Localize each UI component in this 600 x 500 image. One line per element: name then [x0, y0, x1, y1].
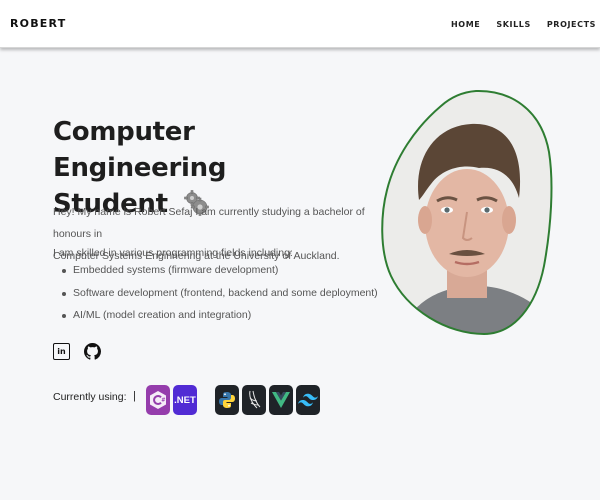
skill-item-label: AI/ML (model creation and integration) — [73, 309, 252, 321]
vue-icon — [269, 385, 293, 415]
site-header: ROBERT HOME SKILLS PROJECTS — [0, 0, 600, 48]
nav-skills[interactable]: SKILLS — [496, 20, 531, 29]
bullet-icon — [62, 314, 66, 318]
svg-text:#: # — [161, 398, 165, 404]
brand-logo[interactable]: ROBERT — [10, 17, 66, 30]
profile-portrait — [379, 88, 557, 338]
main-nav: HOME SKILLS PROJECTS — [451, 20, 596, 29]
python-icon — [215, 385, 239, 415]
skill-list: Embedded systems (firmware development) … — [62, 264, 378, 332]
linkedin-icon[interactable]: in — [53, 343, 70, 360]
nav-home[interactable]: HOME — [451, 20, 480, 29]
intro-line1: Hey! My name is Robert Sefaj I am curren… — [53, 206, 365, 240]
skill-item: Software development (frontend, backend … — [62, 287, 378, 310]
nav-projects[interactable]: PROJECTS — [547, 20, 596, 29]
bullet-icon — [62, 269, 66, 273]
dotnet-icon: .NET — [173, 385, 197, 415]
skill-item: AI/ML (model creation and integration) — [62, 309, 378, 332]
hero-title-line1: Computer Engineering — [53, 117, 227, 183]
currently-using-label: Currently using: — [53, 391, 127, 403]
github-icon[interactable] — [84, 343, 101, 360]
skill-item-label: Software development (frontend, backend … — [73, 286, 378, 299]
bullet-icon — [62, 291, 66, 296]
social-links: in — [53, 343, 101, 360]
skill-item: Embedded systems (firmware development) — [62, 264, 378, 287]
csharp-icon: # — [146, 385, 170, 415]
separator: | — [133, 390, 136, 402]
flask-icon — [242, 385, 266, 415]
skills-intro: I am skilled in various programming fiel… — [53, 247, 293, 259]
skill-item-label: Embedded systems (firmware development) — [73, 264, 279, 276]
tailwind-icon — [296, 385, 320, 415]
